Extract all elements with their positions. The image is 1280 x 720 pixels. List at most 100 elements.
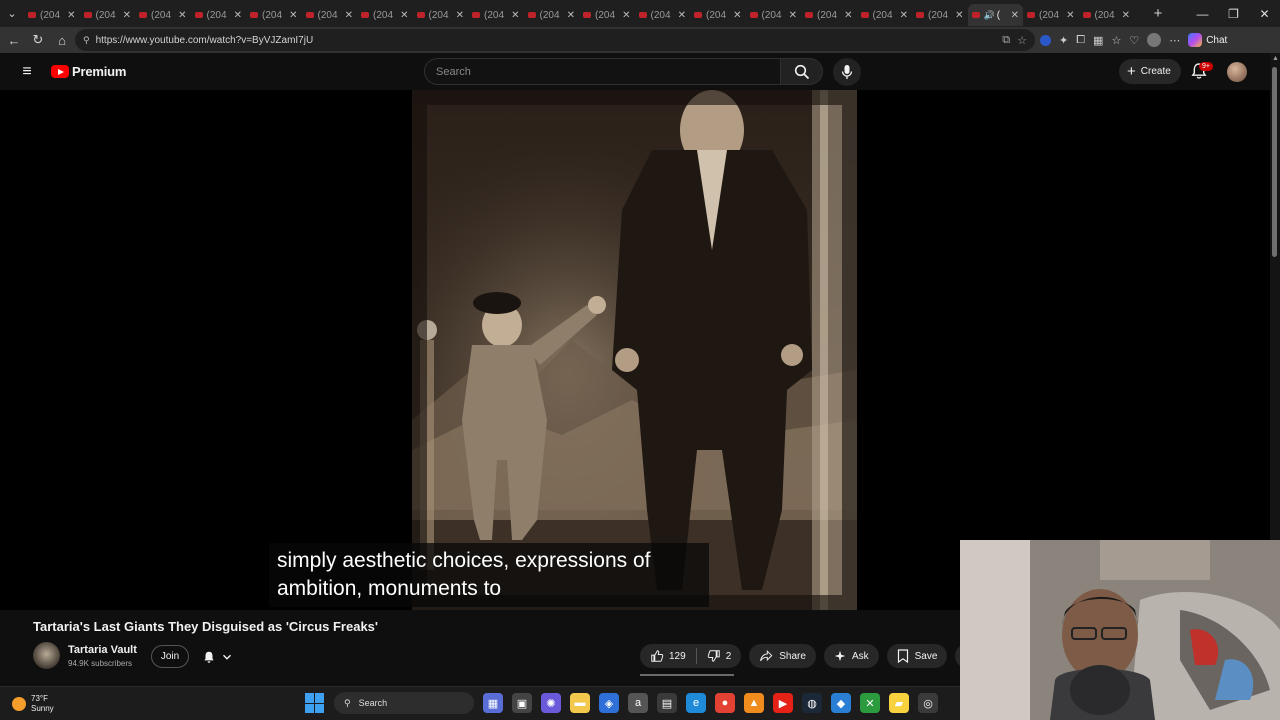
restore-button[interactable]: ❐ [1218, 0, 1249, 27]
voice-search-button[interactable] [833, 58, 861, 86]
subscription-notifications-button[interactable] [197, 645, 243, 668]
channel-name[interactable]: Tartaria Vault [68, 644, 137, 656]
close-tab-icon[interactable]: ✕ [123, 10, 131, 21]
close-tab-icon[interactable]: ✕ [1122, 10, 1130, 21]
new-tab-button[interactable]: + [1144, 5, 1172, 22]
browser-tab[interactable]: (204 ✕ [191, 4, 247, 26]
search-box[interactable] [424, 58, 781, 85]
browser-essentials-icon[interactable]: ♡ [1129, 34, 1139, 47]
browser-tab[interactable]: (204 ✕ [468, 4, 524, 26]
close-tab-icon[interactable]: ✕ [955, 10, 963, 21]
browser-tab[interactable]: (204 ✕ [524, 4, 580, 26]
account-avatar[interactable] [1227, 62, 1247, 82]
tab-actions-menu-icon[interactable]: ⌄ [0, 0, 24, 27]
browser-tab[interactable]: (204 ✕ [357, 4, 413, 26]
browser-tab[interactable]: (204 ✕ [801, 4, 857, 26]
url-text[interactable]: https://www.youtube.com/watch?v=ByVJZamI… [96, 35, 314, 46]
back-button[interactable]: ← [2, 28, 26, 52]
close-window-button[interactable]: ✕ [1249, 0, 1280, 27]
speaker-icon[interactable]: 🔊 [984, 10, 995, 21]
reload-button[interactable]: ↻ [26, 28, 50, 52]
extension-icon[interactable] [1040, 34, 1051, 46]
copilot-icon[interactable]: ✺ [541, 693, 561, 713]
browser-tab[interactable]: (204 ✕ [1079, 4, 1135, 26]
dislike-button[interactable]: 2 [697, 644, 742, 668]
minimize-button[interactable]: — [1187, 0, 1218, 27]
youtube-icon[interactable]: ▶ [773, 693, 793, 713]
close-tab-icon[interactable]: ✕ [234, 10, 242, 21]
favorites-icon[interactable]: ☆ [1111, 34, 1121, 47]
browser-tab[interactable]: (204 ✕ [413, 4, 469, 26]
xbox-icon[interactable]: ✕ [860, 693, 880, 713]
scroll-up-arrow-icon[interactable]: ▲ [1272, 55, 1279, 62]
browser-tab[interactable]: (204 ✕ [635, 4, 691, 26]
close-tab-icon[interactable]: ✕ [400, 10, 408, 21]
app-icon[interactable]: ◆ [831, 693, 851, 713]
close-tab-icon[interactable]: ✕ [511, 10, 519, 21]
edge-icon[interactable]: e [686, 693, 706, 713]
browser-tab[interactable]: (204 ✕ [579, 4, 635, 26]
close-tab-icon[interactable]: ✕ [345, 10, 353, 21]
taskbar-search-box[interactable]: ⚲ Search [334, 692, 474, 714]
close-tab-icon[interactable]: ✕ [1066, 10, 1074, 21]
site-info-icon[interactable]: ⚲ [83, 35, 90, 46]
file-explorer-icon[interactable]: ▬ [570, 693, 590, 713]
chrome-icon[interactable]: ● [715, 693, 735, 713]
sticky-notes-icon[interactable]: ▰ [889, 693, 909, 713]
browser-tab[interactable]: (204 ✕ [246, 4, 302, 26]
search-input[interactable] [436, 65, 780, 78]
ask-button[interactable]: Ask [823, 644, 879, 668]
openai-icon[interactable]: ◎ [918, 693, 938, 713]
youtube-premium-logo[interactable]: Premium [51, 64, 126, 79]
video-player[interactable]: simply aesthetic choices, expressions of… [0, 90, 1270, 610]
close-tab-icon[interactable]: ✕ [789, 10, 797, 21]
browser-tab[interactable]: (204 ✕ [302, 4, 358, 26]
profile-icon[interactable] [1147, 33, 1162, 47]
close-tab-icon[interactable]: ✕ [67, 10, 75, 21]
browser-tab[interactable]: (204 ✕ [912, 4, 968, 26]
scrollbar-thumb[interactable] [1272, 67, 1277, 257]
close-tab-icon[interactable]: ✕ [678, 10, 686, 21]
home-button[interactable]: ⌂ [50, 28, 74, 52]
close-tab-icon[interactable]: ✕ [567, 10, 575, 21]
omnibox[interactable]: ⚲ https://www.youtube.com/watch?v=ByVJZa… [75, 29, 1035, 51]
widgets-icon[interactable]: ▦ [483, 693, 503, 713]
settings-more-icon[interactable]: ⋯ [1169, 34, 1180, 47]
calculator-icon[interactable]: ▤ [657, 693, 677, 713]
close-tab-icon[interactable]: ✕ [178, 10, 186, 21]
browser-tab[interactable]: (204 ✕ [80, 4, 136, 26]
chat-button[interactable]: Chat [1188, 33, 1227, 47]
browser-tab[interactable]: (204 ✕ [690, 4, 746, 26]
extension-pin-icon[interactable]: ✦ [1059, 34, 1068, 47]
share-button[interactable]: Share [749, 644, 816, 668]
close-tab-icon[interactable]: ✕ [844, 10, 852, 21]
app-available-icon[interactable]: ⧉ [1002, 34, 1010, 47]
store-icon[interactable]: ◈ [599, 693, 619, 713]
extensions-puzzle-icon[interactable]: ⧠ [1076, 34, 1085, 47]
close-tab-icon[interactable]: ✕ [456, 10, 464, 21]
amazon-icon[interactable]: a [628, 693, 648, 713]
browser-tab[interactable]: (204 ✕ [746, 4, 802, 26]
weather-widget[interactable]: 73°F Sunny [12, 694, 54, 714]
menu-icon[interactable]: ≡ [17, 62, 37, 82]
close-tab-icon[interactable]: ✕ [622, 10, 630, 21]
search-button[interactable] [781, 58, 823, 85]
start-button[interactable] [305, 693, 325, 713]
close-tab-icon[interactable]: ✕ [900, 10, 908, 21]
browser-tab[interactable]: (204 ✕ [24, 4, 80, 26]
steam-icon[interactable]: ◍ [802, 693, 822, 713]
browser-tab[interactable]: (204 ✕ [857, 4, 913, 26]
split-screen-icon[interactable]: ▦ [1093, 34, 1103, 47]
close-tab-icon[interactable]: ✕ [1011, 10, 1019, 21]
channel-avatar[interactable] [33, 642, 60, 669]
browser-tab[interactable]: (204 ✕ [135, 4, 191, 26]
close-tab-icon[interactable]: ✕ [289, 10, 297, 21]
browser-tab-active[interactable]: 🔊(✕ [967, 4, 1023, 26]
vlc-icon[interactable]: ▲ [744, 693, 764, 713]
task-view-icon[interactable]: ▣ [512, 693, 532, 713]
favorite-star-icon[interactable]: ☆ [1017, 34, 1027, 47]
save-button[interactable]: Save [886, 644, 948, 668]
close-tab-icon[interactable]: ✕ [733, 10, 741, 21]
create-button[interactable]: + Create [1119, 59, 1181, 84]
like-button[interactable]: 129 [640, 644, 696, 668]
